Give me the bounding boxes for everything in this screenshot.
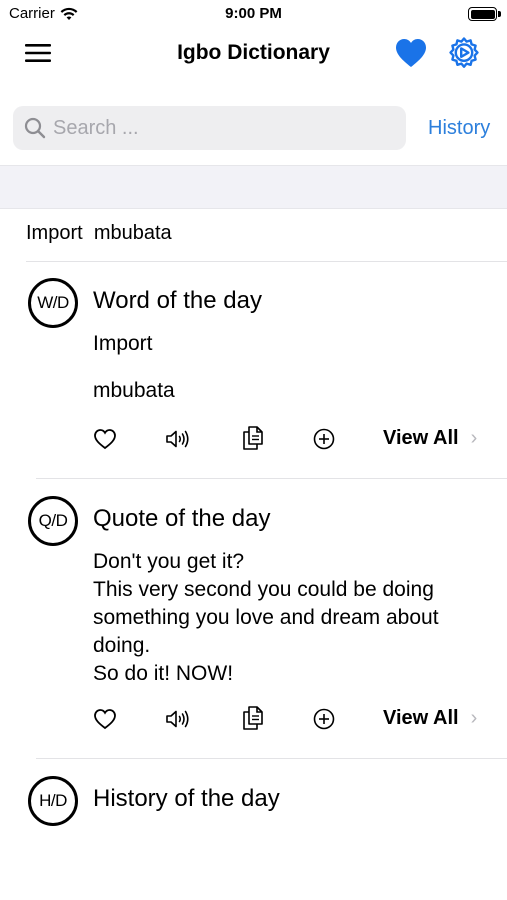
chevron-right-icon: › — [470, 427, 478, 449]
search-bar[interactable] — [13, 106, 406, 150]
word-of-day-translation: Import — [93, 332, 153, 355]
recent-entry[interactable]: Import mbubata — [26, 222, 172, 245]
quote-view-all-button[interactable]: View All › — [383, 707, 477, 730]
word-favorite-button[interactable] — [92, 426, 118, 452]
quote-of-day-text: Don't you get it? This very second you c… — [93, 550, 439, 685]
quote-of-day-badge: Q/D — [28, 496, 78, 546]
gear-icon — [449, 37, 479, 68]
history-button[interactable]: History — [428, 117, 490, 140]
word-of-day-word: mbubata — [93, 379, 175, 402]
copy-icon — [243, 706, 263, 730]
word-of-day-badge: W/D — [28, 278, 78, 328]
add-circle-icon — [313, 428, 335, 450]
speaker-icon — [166, 430, 189, 448]
divider — [26, 261, 507, 262]
word-view-all-button[interactable]: View All › — [383, 427, 477, 450]
quote-of-day-title: Quote of the day — [93, 505, 271, 532]
page-title: Igbo Dictionary — [177, 41, 330, 64]
recent-entry-word: mbubata — [93, 222, 172, 244]
quote-favorite-button[interactable] — [92, 706, 118, 732]
recent-entry-label: Import — [26, 222, 83, 244]
view-all-label: View All — [383, 707, 459, 729]
quote-add-button[interactable] — [311, 706, 337, 732]
view-all-label: View All — [383, 427, 459, 449]
status-bar: Carrier 9:00 PM — [0, 0, 507, 28]
search-input[interactable] — [53, 116, 393, 140]
chevron-right-icon: › — [470, 707, 478, 729]
section-spacer — [0, 165, 507, 209]
copy-icon — [243, 426, 263, 450]
word-add-button[interactable] — [311, 426, 337, 452]
battery-icon — [468, 7, 501, 21]
nav-bar: Igbo Dictionary — [0, 28, 507, 78]
favorite-outline-icon — [94, 709, 116, 730]
search-icon — [24, 117, 46, 139]
divider — [36, 478, 507, 479]
quote-copy-button[interactable] — [240, 705, 266, 731]
quote-speak-button[interactable] — [165, 706, 191, 732]
add-circle-icon — [313, 708, 335, 730]
heart-icon — [396, 39, 426, 67]
settings-button[interactable] — [446, 36, 482, 72]
favorites-button[interactable] — [394, 37, 428, 69]
speaker-icon — [166, 710, 189, 728]
word-speak-button[interactable] — [165, 426, 191, 452]
history-of-day-title: History of the day — [93, 785, 280, 812]
status-time: 9:00 PM — [225, 5, 282, 22]
divider — [36, 758, 507, 759]
word-of-day-title: Word of the day — [93, 287, 262, 314]
history-of-day-badge: H/D — [28, 776, 78, 826]
word-copy-button[interactable] — [240, 425, 266, 451]
favorite-outline-icon — [94, 429, 116, 450]
